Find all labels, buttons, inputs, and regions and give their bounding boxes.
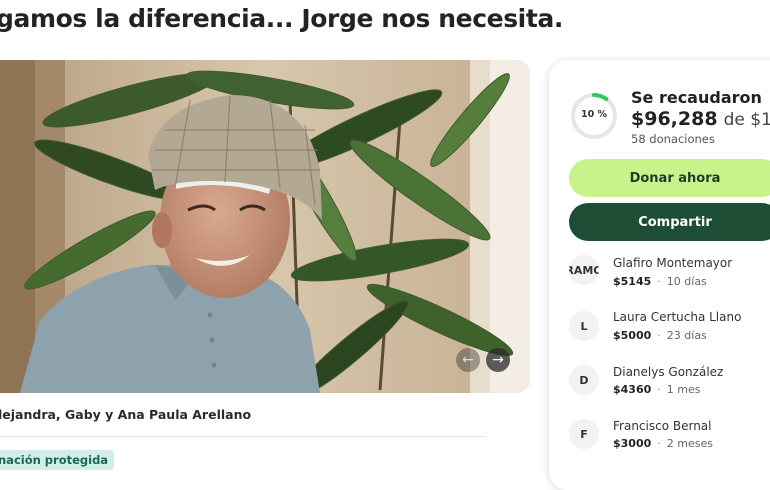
donor-amount: $5145 [613,275,652,288]
donor-name: Glafiro Montemayor [613,256,733,270]
donor-name: Laura Certucha Llano [613,310,742,324]
share-button[interactable]: Compartir [569,203,770,241]
progress-percent: 10 % [580,109,608,120]
goal-text: de $1 M [723,110,770,130]
divider [0,436,486,437]
arrow-right-icon: → [492,352,504,368]
campaign-photo[interactable] [0,60,530,393]
donor-avatar: D [569,365,599,395]
donor-name: Dianelys González [613,365,724,379]
donation-count[interactable]: 58 donaciones [631,132,715,146]
page-title: gamos la diferencia... Jorge nos necesit… [0,4,563,33]
donor-avatar: RAMO [569,255,599,285]
campaign-photo-illustration [0,60,530,393]
donate-now-button[interactable]: Donar ahora [569,159,770,197]
donor-avatar: F [569,419,599,449]
donor-meta: $4360 · 1 mes [613,383,701,396]
donor-name: Francisco Bernal [613,419,712,433]
donor-amount: $4360 [613,383,652,396]
donor-time: 23 días [666,329,707,342]
donor-time: 1 mes [666,383,701,396]
organizer-names[interactable]: lejandra, Gaby y Ana Paula Arellano [0,407,251,422]
raised-label: Se recaudaron [631,88,762,107]
carousel-prev-button[interactable]: ← [456,348,480,372]
arrow-left-icon: ← [462,352,474,368]
raised-amount: $96,288 [631,108,718,130]
donor-time: 10 días [666,275,707,288]
donor-meta: $5000 · 23 días [613,329,707,342]
donor-meta: $3000 · 2 meses [613,437,713,450]
donor-time: 2 meses [666,437,713,450]
donor-amount: $3000 [613,437,652,450]
donor-avatar: L [569,311,599,341]
donor-meta: $5145 · 10 días [613,275,707,288]
carousel-next-button[interactable]: → [486,348,510,372]
raised-amount-line: $96,288 de $1 M [631,108,770,130]
donor-amount: $5000 [613,329,652,342]
protected-donation-badge[interactable]: nación protegida [0,450,115,470]
